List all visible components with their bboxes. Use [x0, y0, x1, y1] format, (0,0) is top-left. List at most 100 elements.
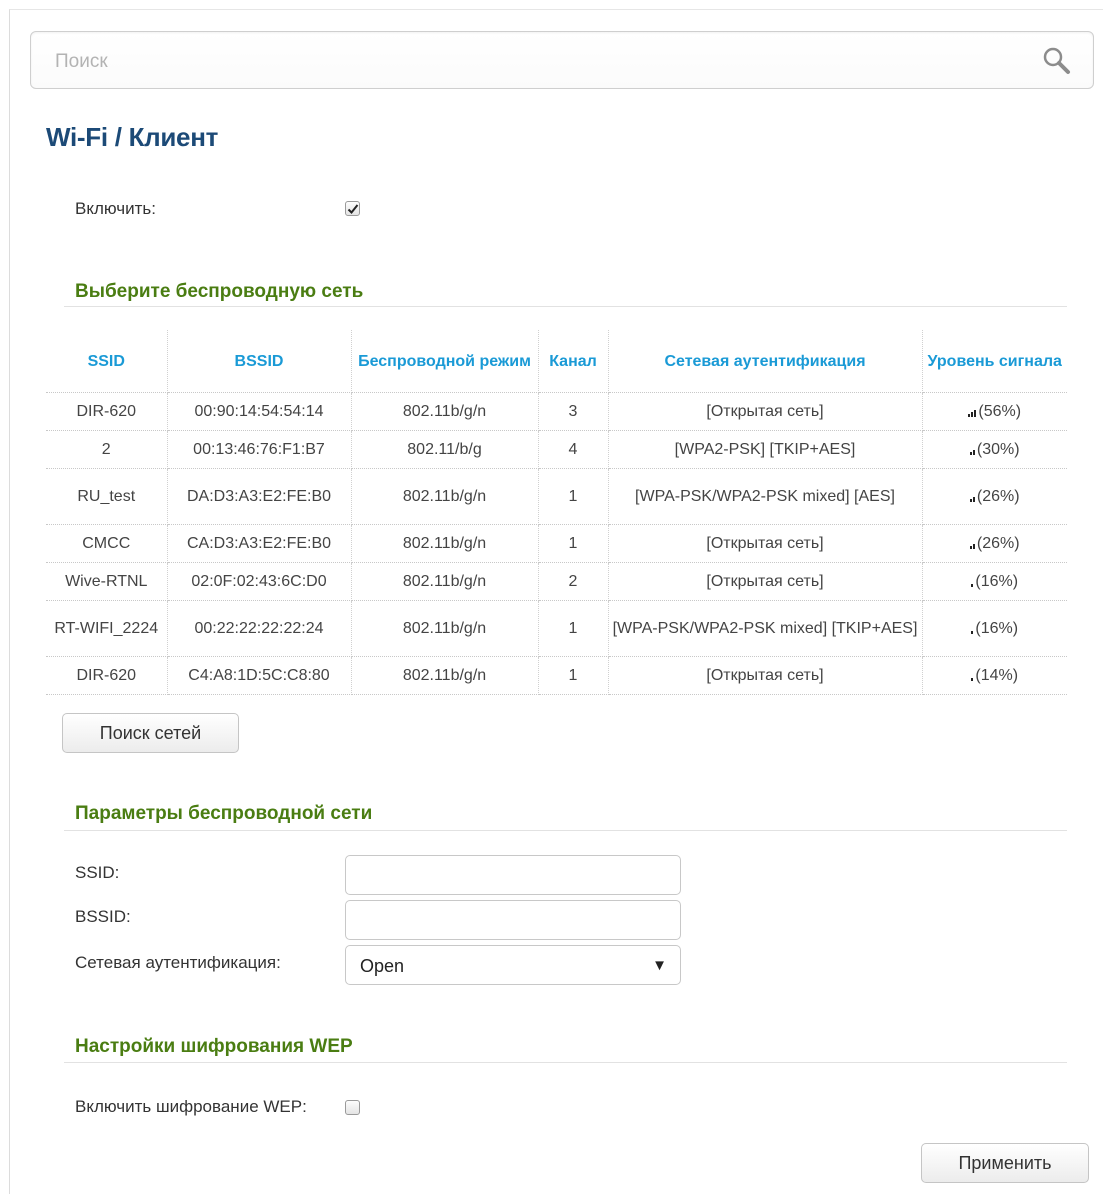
signal-bars-icon [969, 497, 975, 502]
cell-ssid: Wive-RTNL [46, 562, 168, 601]
signal-percent: (26%) [976, 535, 1020, 552]
wep-section-title: Настройки шифрования WEP [75, 1036, 353, 1057]
cell-channel: 2 [538, 562, 609, 601]
bssid-label: BSSID: [75, 907, 131, 926]
signal-bar [972, 450, 975, 455]
cell-bssid: 00:90:14:54:54:14 [167, 392, 352, 431]
signal-percent: (16%) [975, 573, 1019, 590]
cell-signal: (16%) [922, 562, 1067, 601]
signal-percent: (16%) [975, 620, 1019, 637]
cell-ssid: 2 [46, 430, 168, 469]
cell-channel: 1 [538, 524, 609, 563]
networks-section-title: Выберите беспроводную сеть [75, 281, 364, 302]
params-section-title: Параметры беспроводной сети [75, 803, 373, 824]
cell-signal: (16%) [922, 600, 1067, 657]
cell-ssid: DIR-620 [46, 392, 168, 431]
table-header-row: SSID BSSID Беспроводной режим Канал Сете… [46, 330, 1067, 393]
signal-bar [969, 452, 972, 455]
cell-mode: 802.11b/g/n [351, 600, 539, 657]
col-auth: Сетевая аутентификация [608, 330, 923, 393]
cell-auth: [Открытая сеть] [608, 524, 923, 563]
auth-select-value: Open [360, 956, 405, 976]
cell-ssid: RT-WIFI_2224 [46, 600, 168, 657]
cell-bssid: C4:A8:1D:5C:C8:80 [167, 656, 352, 695]
cell-mode: 802.11b/g/n [351, 656, 539, 695]
section-divider [64, 306, 1067, 307]
signal-bars-icon [969, 450, 975, 455]
cell-bssid: CA:D3:A3:E2:FE:B0 [167, 524, 352, 563]
signal-bar [969, 546, 972, 549]
signal-bars-icon [971, 631, 974, 634]
col-signal: Уровень сигнала [922, 330, 1067, 393]
cell-ssid: RU_test [46, 468, 168, 525]
cell-channel: 3 [538, 392, 609, 431]
cell-mode: 802.11b/g/n [351, 392, 539, 431]
enable-checkbox[interactable] [345, 201, 360, 216]
cell-signal: (14%) [922, 656, 1067, 695]
cell-auth: [Открытая сеть] [608, 562, 923, 601]
cell-auth: [WPA2-PSK] [TKIP+AES] [608, 430, 923, 469]
bssid-input[interactable] [345, 900, 681, 940]
cell-auth: [Открытая сеть] [608, 656, 923, 695]
auth-label: Сетевая аутентификация: [75, 953, 281, 972]
signal-bars-icon [971, 584, 974, 587]
table-row[interactable]: DIR-620 C4:A8:1D:5C:C8:80 802.11b/g/n 1 … [46, 656, 1067, 695]
signal-percent: (26%) [976, 488, 1020, 505]
signal-bar [972, 544, 975, 549]
cell-channel: 1 [538, 600, 609, 657]
table-row[interactable]: Wive-RTNL 02:0F:02:43:6C:D0 802.11b/g/n … [46, 562, 1067, 601]
search-box [30, 31, 1094, 89]
cell-auth: [Открытая сеть] [608, 392, 923, 431]
signal-bar [971, 584, 974, 587]
cell-ssid: CMCC [46, 524, 168, 563]
cell-signal: (26%) [922, 468, 1067, 525]
auth-select[interactable]: Open ▼ [345, 945, 681, 985]
table-row[interactable]: 2 00:13:46:76:F1:B7 802.11/b/g 4 [WPA2-P… [46, 430, 1067, 469]
signal-bar [974, 410, 977, 417]
col-mode: Беспроводной режим [351, 330, 539, 393]
cell-signal: (30%) [922, 430, 1067, 469]
cell-bssid: 00:13:46:76:F1:B7 [167, 430, 352, 469]
signal-bar [971, 678, 974, 681]
signal-percent: (30%) [976, 441, 1020, 458]
col-bssid: BSSID [167, 330, 352, 393]
table-row[interactable]: RT-WIFI_2224 00:22:22:22:22:24 802.11b/g… [46, 600, 1067, 657]
page-title: Wi-Fi / Клиент [46, 122, 219, 152]
cell-bssid: 02:0F:02:43:6C:D0 [167, 562, 352, 601]
col-ssid: SSID [46, 330, 168, 393]
table-row[interactable]: CMCC CA:D3:A3:E2:FE:B0 802.11b/g/n 1 [От… [46, 524, 1067, 563]
cell-auth: [WPA-PSK/WPA2-PSK mixed] [AES] [608, 468, 923, 525]
wep-enable-label: Включить шифрование WEP: [75, 1097, 307, 1116]
cell-ssid: DIR-620 [46, 656, 168, 695]
table-row[interactable]: DIR-620 00:90:14:54:54:14 802.11b/g/n 3 … [46, 392, 1067, 431]
ssid-input[interactable] [345, 855, 681, 895]
signal-percent: (56%) [978, 403, 1022, 420]
cell-auth: [WPA-PSK/WPA2-PSK mixed] [TKIP+AES] [608, 600, 923, 657]
table-row[interactable]: RU_test DA:D3:A3:E2:FE:B0 802.11b/g/n 1 … [46, 468, 1067, 525]
dropdown-arrow-icon: ▼ [652, 957, 667, 974]
signal-bars-icon [969, 544, 975, 549]
section-divider [64, 1062, 1067, 1063]
signal-bars-icon [971, 678, 974, 681]
signal-bar [968, 414, 971, 417]
search-input[interactable] [53, 46, 1017, 78]
section-divider [64, 830, 1067, 831]
cell-mode: 802.11b/g/n [351, 524, 539, 563]
signal-bar [971, 631, 974, 634]
signal-bar [971, 412, 974, 417]
cell-channel: 4 [538, 430, 609, 469]
wep-enable-checkbox[interactable] [345, 1100, 360, 1115]
scan-networks-button[interactable]: Поиск сетей [62, 713, 239, 753]
cell-channel: 1 [538, 656, 609, 695]
search-icon[interactable] [1041, 45, 1073, 77]
ssid-label: SSID: [75, 863, 120, 882]
enable-label: Включить: [75, 199, 156, 218]
signal-percent: (14%) [975, 667, 1019, 684]
col-channel: Канал [538, 330, 609, 393]
cell-bssid: 00:22:22:22:22:24 [167, 600, 352, 657]
signal-bar [969, 499, 972, 502]
cell-mode: 802.11b/g/n [351, 468, 539, 525]
networks-table: SSID BSSID Беспроводной режим Канал Сете… [46, 330, 1067, 695]
apply-button[interactable]: Применить [921, 1143, 1089, 1183]
cell-signal: (56%) [922, 392, 1067, 431]
